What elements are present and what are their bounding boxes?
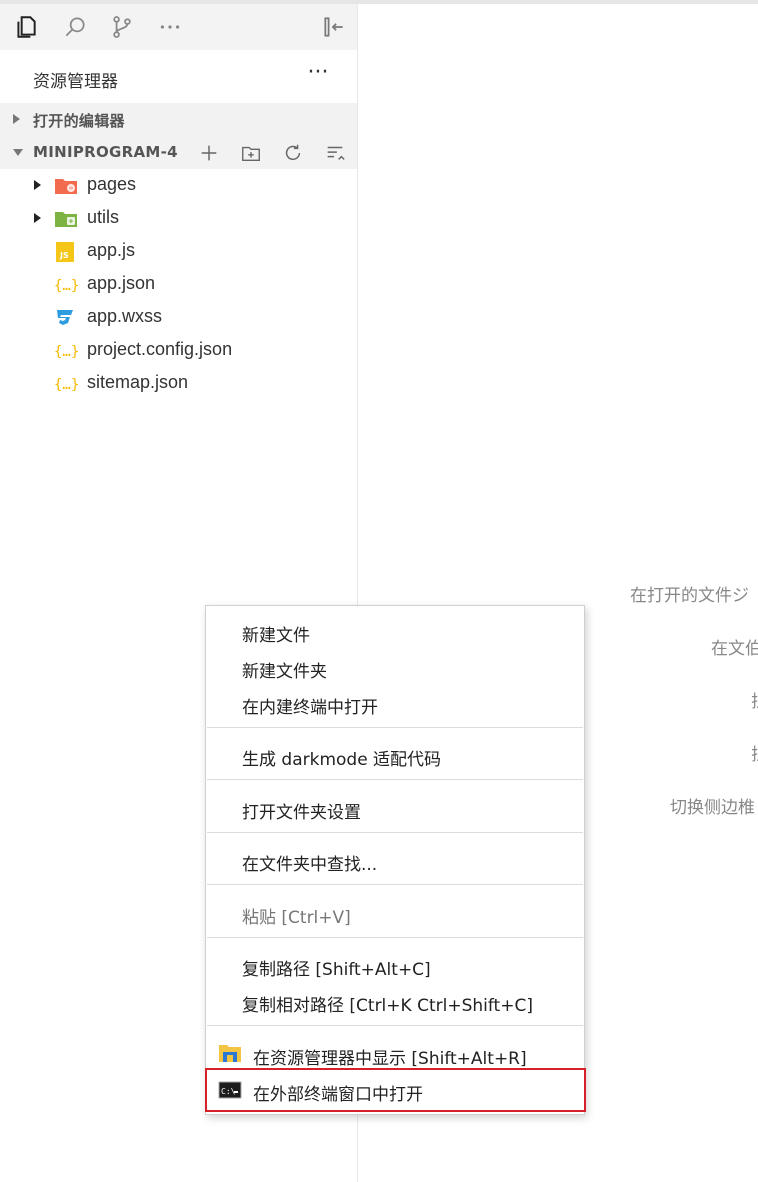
tree-item-label: app.json bbox=[87, 273, 156, 293]
tree-item-project-config[interactable]: {…} project.config.json bbox=[0, 334, 357, 367]
svg-text:{…}: {…} bbox=[54, 278, 78, 294]
tree-item-label: app.js bbox=[87, 240, 136, 260]
menu-item-open-in-terminal[interactable]: 在内建终端中打开 bbox=[242, 693, 378, 718]
tree-item-label: app.wxss bbox=[87, 306, 163, 326]
tree-item-utils[interactable]: utils bbox=[0, 202, 357, 235]
menu-item-darkmode[interactable]: 生成 darkmode 适配代码 bbox=[242, 745, 441, 770]
chevron-right-icon bbox=[34, 180, 41, 190]
menu-item-copy-path[interactable]: 复制路径 [Shift+Alt+C] bbox=[242, 955, 431, 980]
json-file-icon: {…} bbox=[54, 275, 79, 295]
tree-item-sitemap[interactable]: {…} sitemap.json bbox=[0, 367, 357, 400]
menu-item-copy-relative-path[interactable]: 复制相对路径 [Ctrl+K Ctrl+Shift+C] bbox=[242, 991, 533, 1016]
js-file-icon: JS bbox=[54, 242, 78, 262]
menu-separator bbox=[207, 937, 583, 938]
tree-item-label: project.config.json bbox=[87, 339, 233, 359]
chevron-down-icon bbox=[13, 149, 23, 156]
tree-item-pages[interactable]: pages bbox=[0, 169, 357, 202]
open-editors-section[interactable]: 打开的编辑器 bbox=[0, 103, 357, 136]
menu-separator bbox=[207, 779, 583, 780]
folder-utils-icon bbox=[54, 209, 78, 229]
chevron-right-icon bbox=[34, 213, 41, 223]
editor-hint: 在文伯 bbox=[711, 639, 758, 659]
json-file-icon: {…} bbox=[54, 374, 79, 394]
editor-hint: 切换侧边椎 bbox=[670, 798, 755, 818]
menu-item-paste: 粘贴 [Ctrl+V] bbox=[242, 908, 351, 928]
menu-separator bbox=[207, 884, 583, 885]
explorer-title: 资源管理器 bbox=[33, 72, 118, 92]
menu-item-new-file[interactable]: 新建文件 bbox=[242, 621, 310, 646]
explorer-more-button[interactable]: ··· bbox=[302, 59, 334, 91]
project-label: MINIPROGRAM-4 bbox=[33, 143, 178, 161]
chevron-right-icon bbox=[13, 114, 20, 124]
refresh-icon[interactable] bbox=[274, 140, 312, 166]
editor-hint: 拉 bbox=[751, 740, 758, 765]
more-icon[interactable] bbox=[155, 12, 185, 42]
tree-item-app-json[interactable]: {…} app.json bbox=[0, 268, 357, 301]
svg-text:JS: JS bbox=[59, 251, 69, 260]
svg-text:{…}: {…} bbox=[54, 377, 78, 393]
project-section[interactable]: MINIPROGRAM-4 bbox=[0, 136, 357, 169]
collapse-sidebar-icon[interactable] bbox=[319, 12, 349, 42]
file-explorer-icon bbox=[218, 1042, 242, 1064]
menu-item-folder-settings[interactable]: 打开文件夹设置 bbox=[242, 798, 361, 823]
menu-separator bbox=[207, 832, 583, 833]
menu-separator bbox=[207, 727, 583, 728]
menu-item-new-folder[interactable]: 新建文件夹 bbox=[242, 657, 327, 682]
files-icon[interactable] bbox=[11, 12, 41, 42]
editor-hint: 拉 bbox=[751, 687, 758, 712]
new-file-icon[interactable] bbox=[190, 140, 228, 166]
highlight-box bbox=[205, 1068, 586, 1112]
css-file-icon bbox=[54, 308, 78, 328]
menu-separator bbox=[207, 1025, 583, 1026]
tree-item-app-js[interactable]: JS app.js bbox=[0, 235, 357, 268]
menu-item-reveal-in-explorer[interactable]: 在资源管理器中显示 [Shift+Alt+R] bbox=[253, 1044, 527, 1069]
tree-item-app-wxss[interactable]: app.wxss bbox=[0, 301, 357, 334]
svg-text:{…}: {…} bbox=[54, 344, 78, 360]
open-editors-label: 打开的编辑器 bbox=[33, 112, 125, 130]
json-file-icon: {…} bbox=[54, 341, 79, 361]
tree-item-label: utils bbox=[87, 207, 120, 227]
context-menu: 新建文件 新建文件夹 在内建终端中打开 生成 darkmode 适配代码 打开文… bbox=[205, 605, 585, 1115]
tree-item-label: pages bbox=[87, 174, 137, 194]
search-icon[interactable] bbox=[60, 12, 90, 42]
editor-hint: 在打开的文件ジ bbox=[630, 586, 749, 606]
explorer-header: 资源管理器 ··· bbox=[0, 52, 357, 102]
collapse-all-icon[interactable] bbox=[316, 140, 354, 166]
new-folder-icon[interactable] bbox=[232, 140, 270, 166]
activity-bar bbox=[0, 4, 357, 50]
folder-pages-icon bbox=[54, 176, 78, 196]
menu-item-find-in-folder[interactable]: 在文件夹中查找... bbox=[242, 850, 377, 875]
source-control-icon[interactable] bbox=[107, 12, 137, 42]
tree-item-label: sitemap.json bbox=[87, 372, 189, 392]
